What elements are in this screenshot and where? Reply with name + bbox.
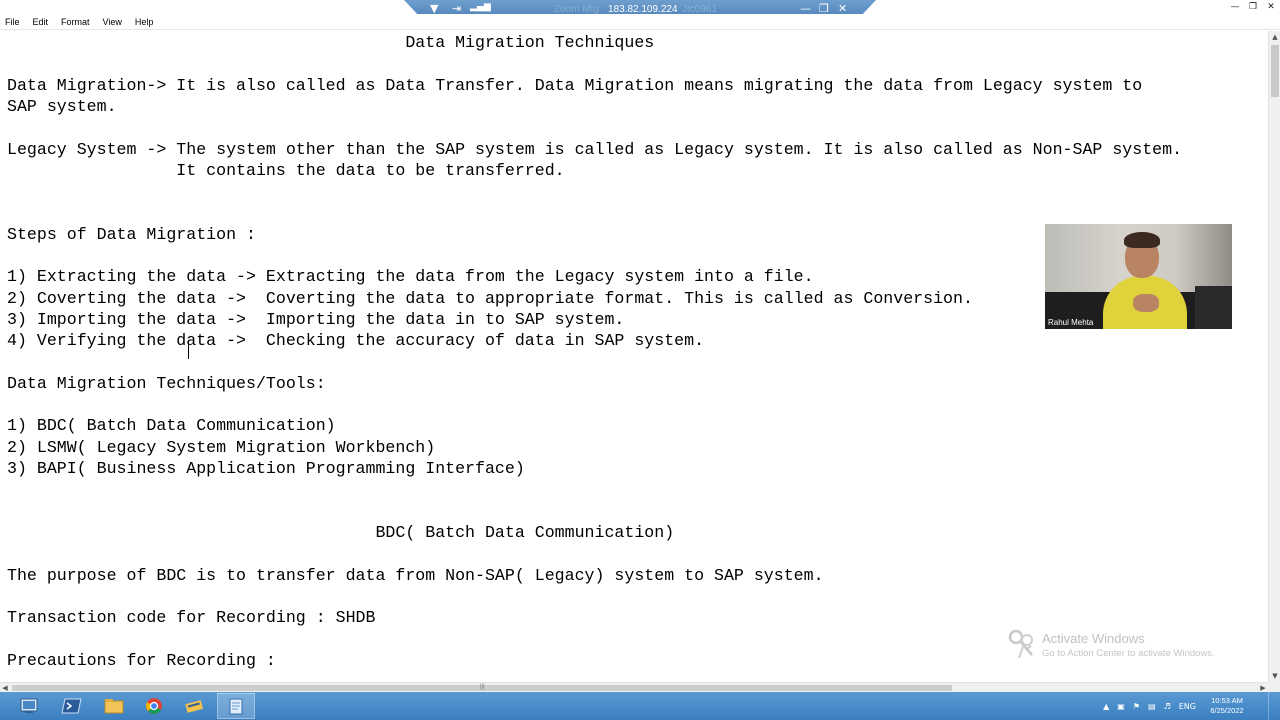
document-line: Steps of Data Migration : <box>7 224 256 244</box>
menu-format[interactable]: Format <box>60 17 91 27</box>
tray-flag-icon[interactable]: ⚑ <box>1133 702 1140 711</box>
watermark-title: Activate Windows <box>1042 631 1145 646</box>
document-line: Transaction code for Recording : SHDB <box>7 608 376 628</box>
server-manager-icon[interactable] <box>11 693 49 719</box>
scroll-grip-icon: ||| <box>480 684 485 690</box>
menu-file[interactable]: File <box>4 17 21 27</box>
menu-edit[interactable]: Edit <box>32 17 50 27</box>
participant-name: Rahul Mehta <box>1048 318 1094 327</box>
document-line: BDC( Batch Data Communication) <box>7 522 675 542</box>
close-icon[interactable]: ✕ <box>1262 0 1280 14</box>
document-line: 2) LSMW( Legacy System Migration Workben… <box>7 437 436 457</box>
document-line: 4) Verifying the data -> Checking the ac… <box>7 331 705 351</box>
menu-view[interactable]: View <box>102 17 123 27</box>
keys-icon <box>1008 629 1033 659</box>
scroll-down-icon[interactable]: ▼ <box>1269 670 1280 682</box>
document-line: Precautions for Recording : <box>7 650 276 670</box>
tray-network-icon[interactable]: ▤ <box>1148 702 1156 711</box>
document-line: It contains the data to be transferred. <box>7 160 565 180</box>
powershell-icon[interactable] <box>53 693 91 719</box>
menu-bar: File Edit Format View Help <box>0 14 1280 30</box>
webcam-person-hair <box>1124 232 1160 248</box>
vertical-scrollbar[interactable]: ▲ ▼ <box>1268 31 1280 682</box>
show-desktop-button[interactable] <box>1268 692 1280 720</box>
document-line: Data Migration Techniques/Tools: <box>7 373 326 393</box>
horizontal-scrollbar[interactable]: ◀ ||| ▶ <box>0 682 1268 692</box>
document-line: Data Migration-> It is also called as Da… <box>7 75 1143 95</box>
document-line: 2) Coverting the data -> Coverting the d… <box>7 288 973 308</box>
menu-help[interactable]: Help <box>134 17 155 27</box>
vertical-scroll-thumb[interactable] <box>1271 45 1279 97</box>
signal-icon: ▂▄▆ <box>470 2 491 12</box>
document-line: 1) BDC( Batch Data Communication) <box>7 416 336 436</box>
system-tray: ▲ ▣ ⚑ ▤ ♬ ENG <box>1099 692 1200 720</box>
language-indicator[interactable]: ENG <box>1179 702 1196 711</box>
text-editor-area[interactable]: Data Migration Techniques Data Migration-… <box>0 31 1268 682</box>
activate-windows-watermark: Activate Windows Go to Action Center to … <box>1007 628 1257 662</box>
window-controls: — ❐ ✕ <box>1226 0 1280 14</box>
webcam-video-overlay[interactable]: Rahul Mehta <box>1045 224 1232 329</box>
minimize-icon[interactable]: — <box>1226 0 1244 14</box>
clock-time: 10:53 AM <box>1211 696 1243 705</box>
taskbar-clock[interactable]: 10:53 AM 6/25/2022 <box>1202 696 1252 716</box>
clock-date: 6/25/2022 <box>1210 706 1244 715</box>
taskbar: ▲ ▣ ⚑ ▤ ♬ ENG 10:53 AM 6/25/2022 <box>0 692 1280 720</box>
scroll-up-icon[interactable]: ▲ <box>1269 31 1280 43</box>
watermark-subtitle: Go to Action Center to activate Windows. <box>1042 648 1215 659</box>
scrollbar-corner <box>1268 682 1280 692</box>
file-explorer-icon[interactable] <box>95 693 133 719</box>
tray-overflow-icon[interactable]: ▲ <box>1103 702 1109 711</box>
document-line: 3) BAPI( Business Application Programmin… <box>7 459 525 478</box>
tray-app-icon[interactable]: ▣ <box>1117 702 1125 711</box>
document-line: SAP system. <box>7 96 117 116</box>
restore-icon[interactable]: ❐ <box>1244 0 1262 14</box>
document-line: 1) Extracting the data -> Extracting the… <box>7 267 814 287</box>
chrome-icon[interactable] <box>135 693 173 719</box>
app-icon[interactable] <box>175 693 213 719</box>
notepad-icon[interactable] <box>217 693 255 719</box>
webcam-person-hands <box>1133 294 1159 312</box>
tray-volume-icon[interactable]: ♬ <box>1164 702 1171 711</box>
webcam-couch-arm <box>1195 286 1232 329</box>
document-line: Data Migration Techniques <box>7 33 655 52</box>
document-line: 3) Importing the data -> Importing the d… <box>7 309 625 329</box>
document-line: The purpose of BDC is to transfer data f… <box>7 565 824 585</box>
document-line: Legacy System -> The system other than t… <box>7 139 1183 159</box>
